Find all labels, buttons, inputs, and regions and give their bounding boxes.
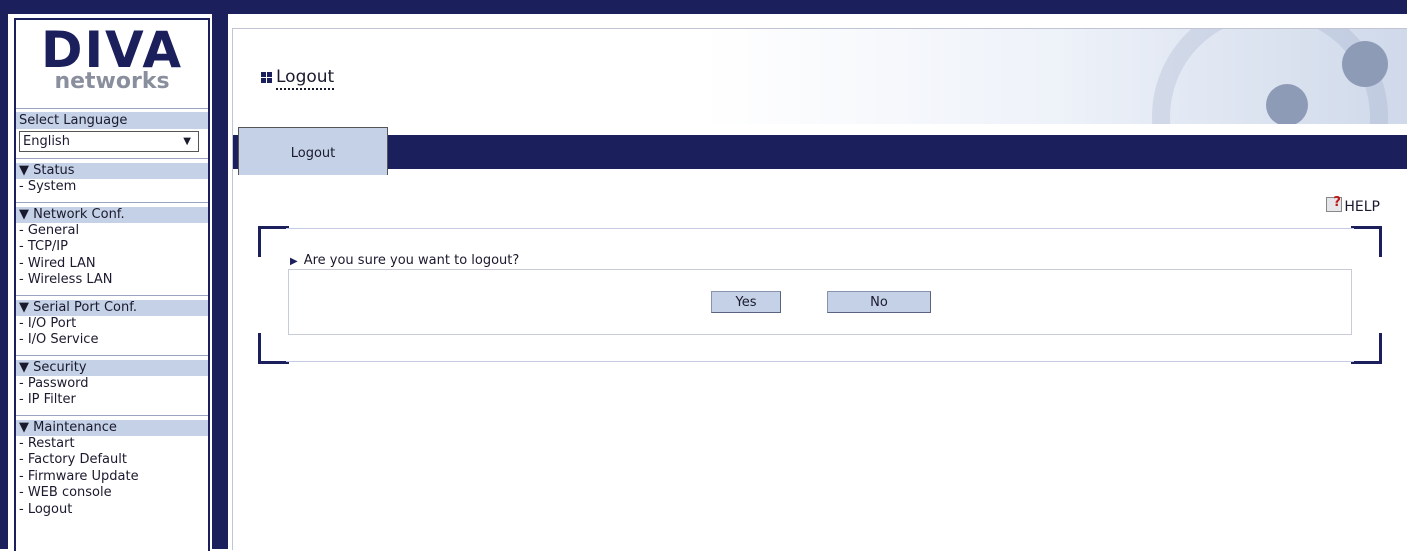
language-selected-value: English [23,134,70,149]
language-select[interactable]: English ▼ [19,131,199,152]
tab-logout[interactable]: Logout [238,127,388,175]
sidebar-item-web-console[interactable]: - WEB console [16,485,208,502]
sidebar-item-ip-filter[interactable]: - IP Filter [16,392,208,409]
main-content: Logout Logout HELP ▶ Are you sure you wan… [232,28,1407,550]
triangle-right-icon: ▶ [290,256,298,267]
sidebar-section-title[interactable]: ▼ Serial Port Conf. [16,299,208,316]
button-panel: Yes No [288,269,1352,335]
page-title: Logout [261,67,335,90]
decorative-arrow-graphic [1342,41,1388,87]
sidebar-item-factory-default[interactable]: - Factory Default [16,452,208,469]
frame-line [286,361,1354,362]
sidebar-item-wired-lan[interactable]: - Wired LAN [16,256,208,273]
diva-networks-logo: DIVA networks [16,20,208,109]
left-frame-bar [0,0,8,549]
no-button[interactable]: No [827,291,931,313]
decorative-arrow-graphic [1266,84,1308,124]
frame-corner [1351,226,1382,257]
sidebar-item-logout[interactable]: - Logout [16,502,208,519]
sidebar-section-title[interactable]: ▼ Security [16,359,208,376]
sidebar-section-title[interactable]: ▼ Maintenance [16,419,208,436]
frame-corner [1351,333,1382,364]
logout-dialog: ▶ Are you sure you want to logout? Yes No [258,226,1382,364]
yes-button[interactable]: Yes [711,291,781,313]
frame-corner [258,226,289,257]
frame-line [286,228,1354,229]
help-link[interactable]: HELP [1326,195,1380,215]
sidebar-section-status: ▼ Status - System [16,158,208,196]
chevron-down-icon: ▼ [183,136,191,147]
language-label: Select Language [16,112,208,129]
sidebar-item-restart[interactable]: - Restart [16,436,208,453]
sidebar-item-tcpip[interactable]: - TCP/IP [16,239,208,256]
sidebar-section-title[interactable]: ▼ Network Conf. [16,206,208,223]
tab-bar [233,135,1407,169]
sidebar-item-wireless-lan[interactable]: - Wireless LAN [16,272,208,289]
sidebar-section-serial: ▼ Serial Port Conf. - I/O Port - I/O Ser… [16,294,208,349]
page-title-text: Logout [276,67,335,90]
sidebar-item-password[interactable]: - Password [16,376,208,393]
sidebar-item-firmware-update[interactable]: - Firmware Update [16,469,208,486]
sidebar-item-system[interactable]: - System [16,179,208,196]
grid-icon [261,71,272,83]
sidebar-section-security: ▼ Security - Password - IP Filter [16,354,208,409]
sidebar: DIVA networks Select Language English ▼ … [14,18,210,551]
sidebar-section-title[interactable]: ▼ Status [16,163,208,179]
logout-question: ▶ Are you sure you want to logout? [290,253,519,268]
help-label: HELP [1344,199,1380,215]
divider-frame-bar [212,0,228,549]
sidebar-item-io-port[interactable]: - I/O Port [16,316,208,333]
question-text: Are you sure you want to logout? [303,253,520,268]
header-banner [233,29,1407,124]
logo-networks-text: networks [54,69,170,94]
sidebar-item-io-service[interactable]: - I/O Service [16,332,208,349]
sidebar-section-maintenance: ▼ Maintenance - Restart - Factory Defaul… [16,414,208,519]
sidebar-section-network: ▼ Network Conf. - General - TCP/IP - Wir… [16,201,208,289]
sidebar-item-general[interactable]: - General [16,223,208,240]
help-icon [1326,195,1343,212]
frame-corner [258,333,289,364]
